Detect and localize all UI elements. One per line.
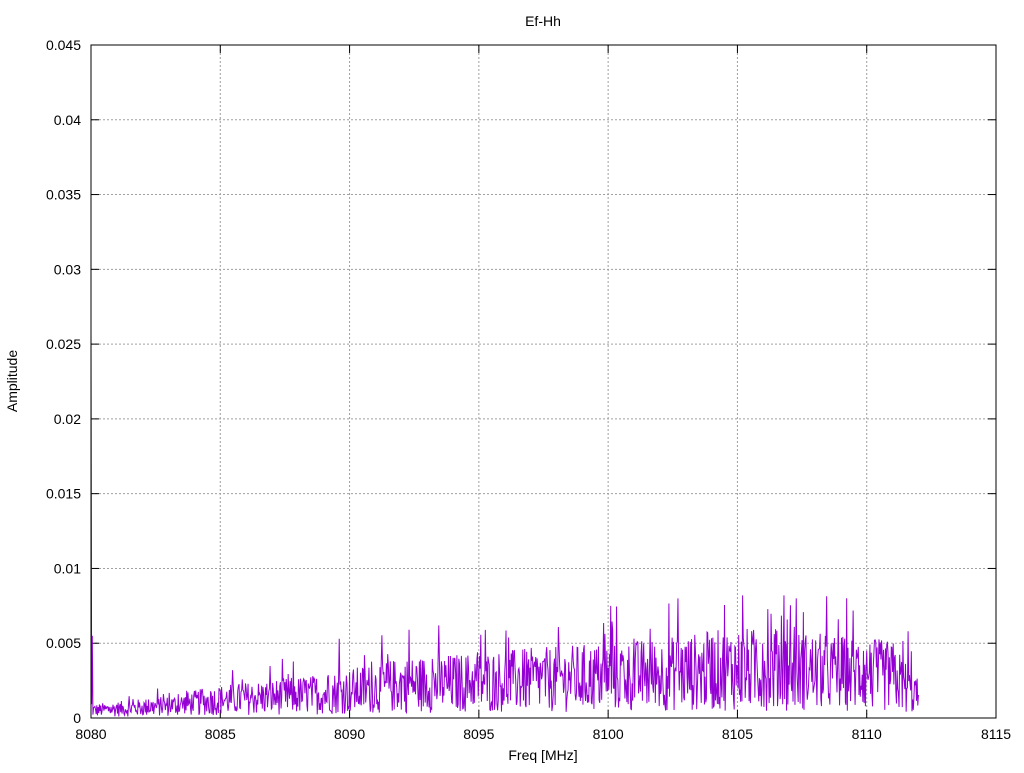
x-tick-label: 8090: [334, 726, 365, 742]
y-tick-label: 0.045: [46, 37, 81, 53]
chart-svg: Ef-Hh Freq [MHz] Amplitude 8080 8085 8090 8…: [4, 13, 1011, 763]
x-tick-label: 8100: [593, 726, 624, 742]
y-tick-label: 0.015: [46, 486, 81, 502]
x-tick-label: 8085: [205, 726, 236, 742]
y-tick-label: 0.02: [54, 411, 81, 427]
plot-frame: [90, 44, 997, 719]
grid: [91, 45, 996, 718]
chart-container: Ef-Hh Freq [MHz] Amplitude 8080 8085 8090 8…: [0, 0, 1024, 768]
x-tick-label: 8080: [75, 726, 106, 742]
series-layer: [90, 329, 919, 718]
y-tick-label: 0.03: [54, 261, 81, 277]
y-tick-label: 0.01: [54, 560, 81, 576]
x-tick-label: 8095: [463, 726, 494, 742]
x-tick-label: 8110: [852, 726, 882, 742]
x-tick-label: 8105: [722, 726, 753, 742]
x-axis-label: Freq [MHz]: [508, 747, 577, 763]
y-tick-label: 0.005: [46, 635, 81, 651]
series-line: [90, 329, 919, 718]
x-tick-label: 8115: [981, 726, 1011, 742]
y-tick-label: 0: [73, 710, 81, 726]
y-tick-label: 0.025: [46, 336, 81, 352]
y-tick-label: 0.035: [46, 187, 81, 203]
y-axis-label: Amplitude: [4, 350, 20, 412]
y-tick-label: 0.04: [54, 112, 81, 128]
chart-title: Ef-Hh: [525, 13, 561, 29]
